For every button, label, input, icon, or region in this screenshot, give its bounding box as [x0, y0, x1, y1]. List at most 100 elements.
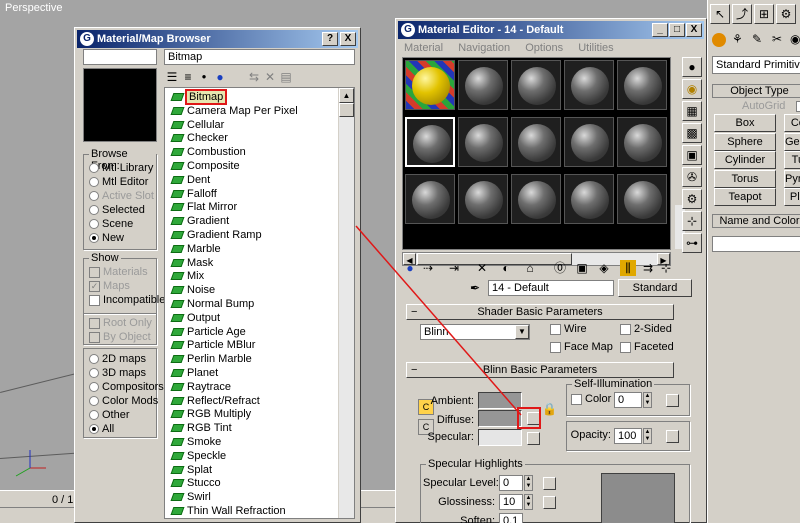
map-type-option[interactable]: Other [89, 408, 130, 422]
show-materials-option[interactable]: Materials [89, 265, 148, 279]
browser-titlebar[interactable]: G Material/Map Browser ? X [77, 30, 358, 48]
map-list-item[interactable]: Noise [165, 283, 337, 297]
geometry-icon[interactable] [712, 33, 726, 47]
map-type-option[interactable]: Color Mods [89, 394, 158, 408]
radio-button[interactable] [89, 191, 99, 202]
map-type-option[interactable]: Compositors [89, 380, 164, 394]
map-list-item[interactable]: Combustion [165, 145, 337, 159]
object-name-field[interactable] [712, 236, 800, 252]
map-list-item[interactable]: Smoke [165, 435, 337, 449]
radio-button[interactable] [89, 233, 99, 244]
map-list-item[interactable]: Stucco [165, 476, 337, 490]
radio-button[interactable] [89, 424, 99, 435]
browser-name-field[interactable] [83, 49, 157, 65]
diffuse-swatch[interactable] [478, 410, 522, 427]
sample-slot[interactable] [458, 60, 508, 110]
maximize-button[interactable]: □ [669, 23, 685, 37]
glossiness-value[interactable]: 10 [499, 494, 523, 510]
clear-icon[interactable]: ▤ [278, 69, 294, 85]
view-small-icons-icon[interactable]: ● [196, 69, 212, 85]
map-list-item[interactable]: Perlin Marble [165, 352, 337, 366]
sample-slot[interactable] [511, 117, 561, 167]
sample-slot[interactable] [617, 117, 667, 167]
primitive-button[interactable]: Pyramid [784, 169, 800, 188]
map-list[interactable]: Bitmap Camera Map Per Pixel Cellular Checke… [164, 87, 355, 519]
primitive-button[interactable]: Teapot [714, 188, 776, 206]
map-list-item[interactable]: RGB Multiply [165, 407, 337, 421]
map-list-item[interactable]: Camera Map Per Pixel [165, 104, 337, 118]
map-list-item[interactable]: Mix [165, 269, 337, 283]
browser-path-field[interactable]: Bitmap [164, 49, 355, 65]
go-forward-to-sibling-icon[interactable]: ⇉ [640, 260, 656, 276]
show-end-result-icon[interactable]: ◈ [596, 260, 612, 276]
map-list-item[interactable]: Flat Mirror [165, 200, 337, 214]
hierarchy-icon[interactable]: ⊞ [754, 4, 774, 24]
two-sided-option[interactable]: 2-Sided [620, 322, 672, 336]
color-option[interactable]: Color [571, 392, 611, 406]
update-scene-icon[interactable]: ⇆ [246, 69, 262, 85]
map-type-option[interactable]: All [89, 422, 114, 436]
object-type-rollout[interactable]: Object Type [712, 84, 800, 98]
specular-level-map-button[interactable] [543, 477, 556, 490]
map-list-item[interactable]: Marble [165, 242, 337, 256]
menu-options[interactable]: Options [525, 42, 563, 54]
show-map-in-viewport-icon[interactable]: ▣ [574, 260, 590, 276]
self-illum-map-button[interactable] [666, 394, 679, 407]
chevron-down-icon[interactable]: ▼ [515, 325, 529, 339]
map-list-item[interactable]: Speckle [165, 449, 337, 463]
go-to-parent-icon[interactable]: ⫼ [620, 260, 636, 276]
material-type-button[interactable]: Standard [618, 279, 692, 297]
reset-map-icon[interactable]: ✕ [474, 260, 490, 276]
opacity-value[interactable]: 100 [614, 428, 642, 444]
map-list-item[interactable]: Thin Wall Refraction [165, 504, 337, 518]
menu-material[interactable]: Material [404, 42, 443, 54]
shapes-icon[interactable]: ⚘ [732, 32, 743, 46]
map-type-option[interactable]: 2D maps [89, 352, 146, 366]
options-icon[interactable]: ⚙ [682, 189, 702, 209]
make-preview-icon[interactable]: ✇ [682, 167, 702, 187]
by-object-option[interactable]: By Object [89, 330, 151, 344]
blinn-basic-parameters-rollout[interactable]: − Blinn Basic Parameters [406, 362, 674, 378]
primitive-button[interactable]: GeoSphere [784, 132, 800, 151]
radio-button[interactable] [89, 410, 99, 421]
view-large-icons-icon[interactable]: ● [212, 69, 228, 85]
browse-from-option[interactable]: Mtl Editor [89, 175, 148, 189]
radio-button[interactable] [89, 205, 99, 216]
lights-icon[interactable]: ✎ [752, 32, 762, 46]
map-list-item[interactable]: Cellular [165, 118, 337, 132]
soften-value[interactable]: 0.1 [499, 513, 523, 523]
color-checkbox[interactable] [571, 393, 582, 405]
map-list-item[interactable]: Falloff [165, 187, 337, 201]
browse-from-option[interactable]: Mtl Library [89, 161, 153, 175]
sample-slot[interactable] [458, 174, 508, 224]
view-list-icons-icon[interactable]: ≡ [180, 69, 196, 85]
browse-from-option[interactable]: New [89, 231, 124, 245]
opacity-map-button[interactable] [666, 430, 679, 443]
sample-slot[interactable] [458, 117, 508, 167]
primitive-button[interactable]: Tube [784, 151, 800, 169]
delete-icon[interactable]: ✕ [262, 69, 278, 85]
glossiness-map-button[interactable] [543, 496, 556, 509]
radio-button[interactable] [89, 219, 99, 230]
map-list-item[interactable]: Particle MBlur [165, 338, 337, 352]
ambient-swatch[interactable] [478, 392, 522, 409]
radio-button[interactable] [89, 163, 99, 174]
specular-level-value[interactable]: 0 [499, 475, 523, 491]
map-type-option[interactable]: 3D maps [89, 366, 146, 380]
map-list-item[interactable]: Dent [165, 173, 337, 187]
scroll-thumb[interactable] [339, 103, 354, 117]
self-illum-value[interactable]: 0 [614, 392, 642, 408]
close-button[interactable]: X [340, 32, 356, 46]
map-list-item[interactable]: Gradient [165, 214, 337, 228]
material-effects-channel-icon[interactable]: ⓪ [552, 260, 568, 276]
materials-checkbox[interactable] [89, 266, 100, 278]
radio-button[interactable] [89, 382, 99, 393]
two-sided-checkbox[interactable] [620, 323, 631, 335]
name-and-color-rollout[interactable]: Name and Color [712, 214, 800, 228]
material-map-navigator-icon[interactable]: ⊶ [682, 233, 702, 253]
helpers-icon[interactable]: ◉ [790, 32, 800, 46]
radio-button[interactable] [89, 177, 99, 188]
put-to-library-icon[interactable]: ⌂ [522, 260, 538, 276]
assign-to-selection-icon[interactable]: ⇥ [446, 260, 462, 276]
map-list-item[interactable]: Normal Bump [165, 297, 337, 311]
